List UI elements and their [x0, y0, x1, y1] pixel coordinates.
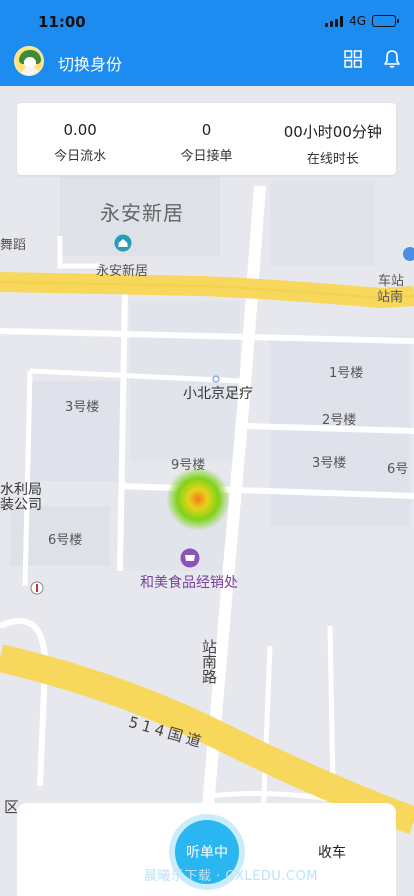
watermark-text: 晨曦乐下载 · CXLEDU.COM [144, 869, 319, 884]
stat-today-orders: 0 今日接单 [143, 103, 269, 175]
map-label-dance: 舞蹈 [0, 238, 27, 253]
poi-home-icon[interactable] [114, 234, 132, 252]
avatar[interactable] [14, 46, 44, 76]
status-bar: 11:00 4G [0, 0, 414, 44]
map-label-building-3: 3号楼 [65, 400, 100, 415]
stat-label: 今日流水 [54, 149, 107, 164]
battery-icon [372, 15, 399, 27]
map-view[interactable]: 永安新居 永安新居 舞蹈 车站 站南 3号楼 1号楼 2号楼 3号楼 9号楼 6… [0, 86, 414, 896]
poi-shop-icon[interactable] [180, 548, 200, 568]
status-indicators: 4G [325, 14, 399, 28]
stat-online-duration: 00小时00分钟 在线时长 [270, 103, 396, 175]
stat-value: 00小时00分钟 [283, 123, 382, 141]
map-label-food-shop: 和美食品经销处 [140, 575, 238, 591]
map-label-building-6b: 6号 [387, 462, 409, 477]
signal-icon [325, 15, 344, 27]
map-label-road-south: 站南路 [200, 639, 218, 684]
map-label-building-6: 6号楼 [48, 533, 83, 548]
stat-value: 0 [201, 121, 212, 139]
map-marker-icon [30, 581, 44, 595]
poi-dot-icon [212, 375, 220, 383]
stat-today-revenue: 0.00 今日流水 [17, 103, 143, 175]
stat-label: 今日接单 [180, 149, 233, 164]
switch-identity-button[interactable]: 切换身份 [58, 51, 122, 75]
grid-icon[interactable] [344, 50, 362, 68]
daily-stats-card: 0.00 今日流水 0 今日接单 00小时00分钟 在线时长 [17, 103, 396, 175]
map-label-foot-massage: 小北京足疗 [183, 386, 253, 402]
app-header: 切换身份 [0, 44, 414, 86]
stat-value: 0.00 [63, 121, 97, 139]
map-label-area: 永安新居 [100, 201, 184, 225]
bell-icon[interactable] [383, 49, 401, 69]
map-label-poi-home: 永安新居 [96, 264, 149, 279]
map-label-station-2: 站南 [377, 290, 404, 305]
stat-label: 在线时长 [306, 152, 359, 167]
map-label-building-9: 9号楼 [171, 458, 206, 473]
status-time: 11:00 [38, 13, 86, 31]
map-label-building-3b: 3号楼 [312, 456, 347, 471]
location-pin-icon[interactable] [400, 246, 414, 264]
map-canvas [0, 176, 414, 896]
network-type: 4G [349, 14, 366, 28]
map-label-building-1: 1号楼 [329, 366, 364, 381]
map-label-building-2: 2号楼 [322, 413, 357, 428]
end-shift-button[interactable]: 收车 [318, 842, 346, 862]
map-label-decor-company: 装公司 [0, 497, 42, 513]
